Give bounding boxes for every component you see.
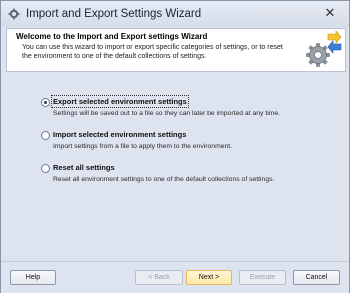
header-title: Welcome to the Import and Export setting… (16, 32, 208, 41)
import-description: Import settings from a file to apply the… (53, 143, 233, 150)
import-export-gear-icon (304, 30, 342, 70)
export-label[interactable]: Export selected environment settings (51, 95, 189, 108)
export-radio[interactable] (41, 98, 50, 107)
import-label[interactable]: Import selected environment settings (53, 130, 186, 139)
reset-radio[interactable] (41, 164, 50, 173)
settings-gear-icon (7, 8, 20, 21)
title-bar: Import and Export Settings Wizard ✕ (1, 1, 349, 27)
export-description: Settings will be saved out to a file so … (53, 110, 281, 117)
close-icon[interactable]: ✕ (323, 6, 337, 20)
wizard-window: Import and Export Settings Wizard ✕ Welc… (0, 0, 350, 293)
options-area: Export selected environment settings Set… (6, 73, 344, 255)
help-button[interactable]: Help (10, 270, 56, 285)
reset-label[interactable]: Reset all settings (53, 163, 115, 172)
wizard-header: Welcome to the Import and Export setting… (6, 28, 346, 72)
header-description: You can use this wizard to import or exp… (22, 44, 283, 60)
import-radio[interactable] (41, 131, 50, 140)
button-bar: Help < Back Next > Execute Cancel (1, 261, 349, 293)
back-button[interactable]: < Back (135, 270, 183, 285)
reset-description: Reset all environment settings to one of… (53, 176, 275, 183)
next-button[interactable]: Next > (186, 270, 232, 285)
window-title: Import and Export Settings Wizard (26, 8, 202, 20)
execute-button[interactable]: Execute (239, 270, 286, 285)
cancel-button[interactable]: Cancel (293, 270, 340, 285)
